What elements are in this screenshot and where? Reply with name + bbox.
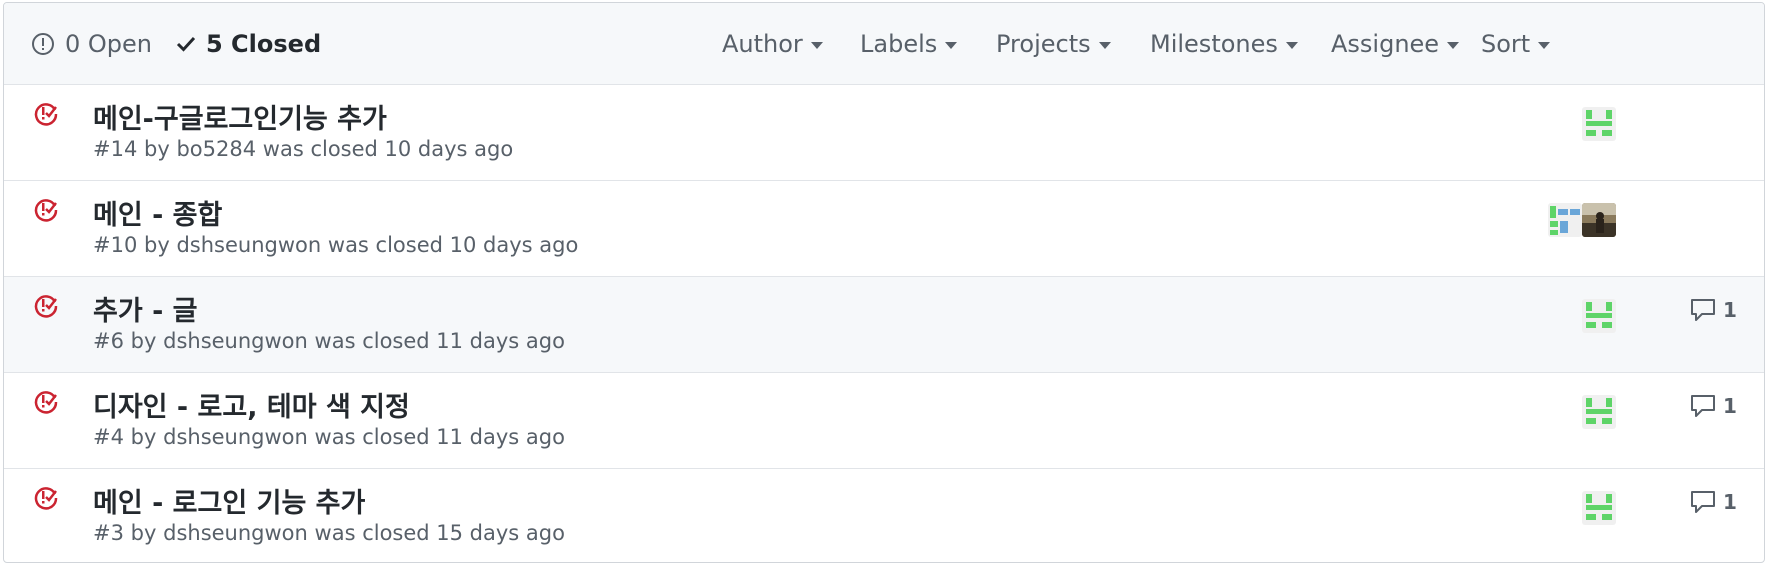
issue-number: #14: [93, 137, 138, 161]
assignees: [1582, 395, 1616, 429]
assignees: [1582, 491, 1616, 525]
sort-label: Sort: [1481, 30, 1531, 58]
issue-opened-icon: [32, 32, 54, 55]
issue-by: by: [144, 137, 170, 161]
comments-link[interactable]: 1: [1689, 489, 1737, 515]
caret-down-icon: [945, 42, 958, 49]
issue-author-link[interactable]: dshseungwon: [163, 425, 308, 449]
author-filter-label: Author: [722, 30, 803, 58]
caret-down-icon: [810, 42, 823, 49]
issues-list-header: 0 Open 5 Closed Author Labels Projects M…: [4, 3, 1764, 85]
issue-meta: #3 by dshseungwon was closed 15 days ago: [93, 521, 565, 545]
assignee-avatar[interactable]: [1548, 203, 1582, 237]
issue-number: #6: [93, 329, 124, 353]
assignee-filter-label: Assignee: [1331, 30, 1440, 58]
issue-row[interactable]: 추가 - 글 #6 by dshseungwon was closed 11 d…: [4, 277, 1764, 373]
issue-author-link[interactable]: dshseungwon: [163, 521, 308, 545]
issue-author-link[interactable]: bo5284: [176, 137, 256, 161]
issue-author-link[interactable]: dshseungwon: [176, 233, 321, 257]
assignees: [1582, 299, 1616, 333]
milestones-filter-dropdown[interactable]: Milestones: [1150, 30, 1298, 58]
issue-row[interactable]: 메인-구글로그인기능 추가 #14 by bo5284 was closed 1…: [4, 85, 1764, 181]
issue-meta: #14 by bo5284 was closed 10 days ago: [93, 137, 513, 161]
issue-title-link[interactable]: 디자인 - 로고, 테마 색 지정: [93, 385, 410, 424]
closed-issues-link[interactable]: 5 Closed: [176, 30, 321, 58]
issue-meta: #6 by dshseungwon was closed 11 days ago: [93, 329, 565, 353]
comment-count: 1: [1723, 298, 1737, 322]
caret-down-icon: [1098, 42, 1111, 49]
issue-closed-icon: [34, 295, 58, 318]
assignees: [1548, 203, 1616, 237]
issue-state-toggle: 0 Open 5 Closed: [31, 30, 321, 58]
issue-status: was closed 10 days ago: [327, 233, 579, 257]
issue-title-link[interactable]: 메인 - 종합: [93, 193, 222, 232]
caret-down-icon: [1447, 42, 1460, 49]
comment-count: 1: [1723, 394, 1737, 418]
check-icon: [176, 36, 196, 52]
labels-filter-label: Labels: [860, 30, 938, 58]
assignee-avatar[interactable]: [1582, 203, 1616, 237]
issue-status: was closed 10 days ago: [262, 137, 514, 161]
issues-list-box: 0 Open 5 Closed Author Labels Projects M…: [3, 2, 1765, 563]
open-issues-link[interactable]: 0 Open: [31, 30, 152, 58]
issue-author-link[interactable]: dshseungwon: [163, 329, 308, 353]
issue-by: by: [130, 425, 157, 449]
issue-closed-icon: [34, 391, 58, 414]
issue-number: #4: [93, 425, 124, 449]
projects-filter-label: Projects: [996, 30, 1091, 58]
open-issues-label: 0 Open: [65, 29, 152, 58]
issue-title-link[interactable]: 메인 - 로그인 기능 추가: [93, 481, 365, 520]
issue-by: by: [130, 521, 157, 545]
issue-row[interactable]: 디자인 - 로고, 테마 색 지정 #4 by dshseungwon was …: [4, 373, 1764, 469]
assignee-avatar[interactable]: [1582, 491, 1616, 525]
issue-meta: #4 by dshseungwon was closed 11 days ago: [93, 425, 565, 449]
closed-issues-label: 5 Closed: [206, 29, 322, 58]
assignee-filter-dropdown[interactable]: Assignee: [1331, 30, 1460, 58]
issue-status: was closed 15 days ago: [314, 521, 565, 545]
comments-link[interactable]: 1: [1689, 297, 1737, 323]
issue-closed-icon: [34, 103, 58, 126]
comment-icon: [1691, 395, 1715, 417]
issue-title-link[interactable]: 추가 - 글: [93, 289, 198, 328]
comment-count: 1: [1723, 490, 1737, 514]
sort-dropdown[interactable]: Sort: [1481, 30, 1551, 58]
issue-closed-icon: [34, 199, 58, 222]
caret-down-icon: [1538, 42, 1551, 49]
comment-icon: [1691, 491, 1715, 513]
issue-meta: #10 by dshseungwon was closed 10 days ag…: [93, 233, 578, 257]
issue-title-link[interactable]: 메인-구글로그인기능 추가: [93, 97, 387, 136]
issue-status: was closed 11 days ago: [314, 425, 565, 449]
issue-by: by: [144, 233, 170, 257]
issue-status: was closed 11 days ago: [314, 329, 565, 353]
issue-number: #3: [93, 521, 124, 545]
assignee-avatar[interactable]: [1582, 107, 1616, 141]
issue-closed-icon: [34, 487, 58, 510]
comments-link[interactable]: 1: [1689, 393, 1737, 419]
milestones-filter-label: Milestones: [1150, 30, 1278, 58]
assignee-avatar[interactable]: [1582, 299, 1616, 333]
issue-row[interactable]: 메인 - 로그인 기능 추가 #3 by dshseungwon was clo…: [4, 469, 1764, 562]
comment-icon: [1691, 299, 1715, 321]
projects-filter-dropdown[interactable]: Projects: [996, 30, 1111, 58]
issue-row[interactable]: 메인 - 종합 #10 by dshseungwon was closed 10…: [4, 181, 1764, 277]
issue-by: by: [130, 329, 157, 353]
caret-down-icon: [1285, 42, 1298, 49]
assignee-avatar[interactable]: [1582, 395, 1616, 429]
author-filter-dropdown[interactable]: Author: [722, 30, 823, 58]
issue-number: #10: [93, 233, 138, 257]
labels-filter-dropdown[interactable]: Labels: [860, 30, 958, 58]
assignees: [1582, 107, 1616, 141]
